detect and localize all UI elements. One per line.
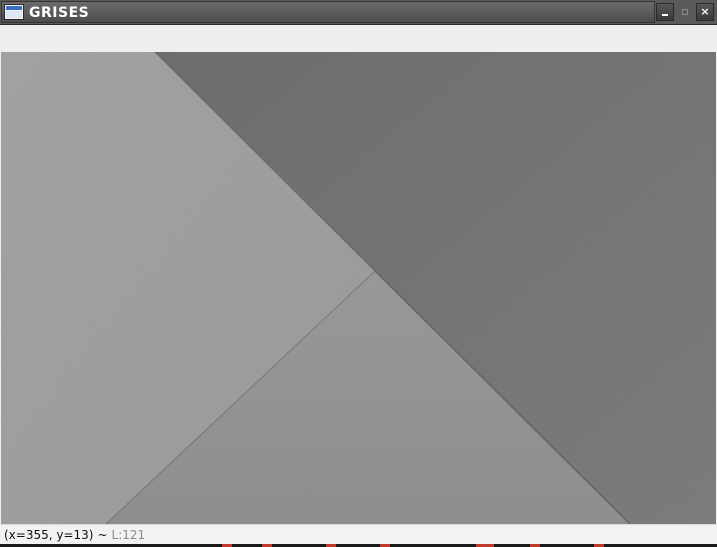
title-bar[interactable]: GRISES × <box>0 0 717 25</box>
grayscale-image <box>1 52 716 524</box>
window-title: GRISES <box>29 5 90 21</box>
app-window-icon[interactable] <box>4 4 24 20</box>
title-area[interactable]: GRISES <box>1 1 655 23</box>
maximize-button[interactable] <box>676 3 694 21</box>
minimize-icon <box>662 14 668 16</box>
close-button[interactable]: × <box>696 3 714 21</box>
status-text: (x=355, y=13) ~ L:121 <box>4 525 145 545</box>
image-viewer-window: GRISES × (x=355, y=13) ~ L:121 <box>0 0 717 547</box>
status-separator: ~ <box>97 528 108 542</box>
minimize-button[interactable] <box>656 3 674 21</box>
toolbar-area <box>0 25 717 52</box>
cursor-coordinates: (x=355, y=13) <box>4 528 94 542</box>
maximize-icon <box>682 9 688 15</box>
status-bar: (x=355, y=13) ~ L:121 <box>0 524 717 545</box>
close-icon: × <box>700 5 710 18</box>
image-canvas[interactable] <box>1 52 716 524</box>
pixel-level: L:121 <box>111 528 146 542</box>
